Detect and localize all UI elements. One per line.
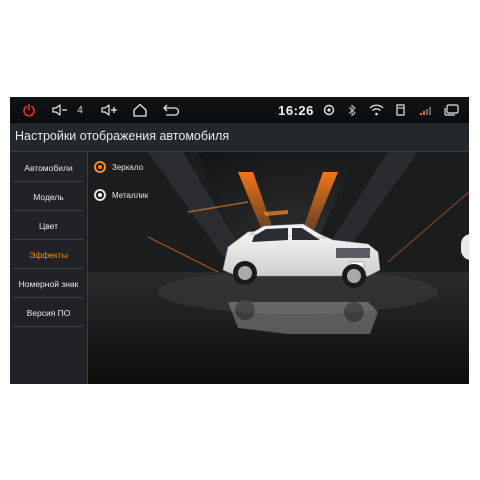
power-icon[interactable] [21, 97, 37, 123]
sidebar-item-software-version[interactable]: Версия ПО [13, 299, 84, 327]
effect-option-mirror[interactable]: Зеркало [94, 158, 143, 176]
radio-unselected-icon[interactable] [94, 189, 106, 201]
sidebar-item-effects[interactable]: Эффекты [13, 241, 84, 269]
bluetooth-icon [345, 97, 359, 123]
title-bar: Настройки отображения автомобиля [10, 123, 469, 152]
home-icon[interactable] [131, 97, 149, 123]
effect-option-label: Металлик [112, 190, 149, 200]
clock: 16:26 [278, 102, 314, 118]
side-pull-tab[interactable] [461, 234, 469, 260]
signal-icon [417, 97, 433, 123]
car-preview-scene: Зеркало Металлик [88, 152, 469, 384]
status-bar: 4 16:26 [10, 97, 469, 123]
location-icon [321, 97, 337, 123]
radio-selected-icon[interactable] [94, 161, 106, 173]
head-unit-screen: 4 16:26 Настройки отображения автомобиля… [10, 97, 469, 384]
page-title: Настройки отображения автомобиля [15, 129, 230, 143]
recent-apps-icon[interactable] [442, 97, 460, 123]
sidebar-item-color[interactable]: Цвет [13, 212, 84, 240]
sd-card-icon [393, 97, 407, 123]
volume-down-icon[interactable] [50, 97, 70, 123]
back-icon[interactable] [161, 97, 181, 123]
settings-sidebar: Автомобили Модель Цвет Эффекты Номерной … [10, 152, 88, 384]
effect-option-metallic[interactable]: Металлик [94, 186, 148, 204]
sidebar-item-license-plate[interactable]: Номерной знак [13, 270, 84, 298]
sidebar-item-model[interactable]: Модель [13, 183, 84, 211]
sidebar-item-cars[interactable]: Автомобили [13, 154, 84, 182]
volume-up-icon[interactable] [98, 97, 120, 123]
effect-option-label: Зеркало [112, 162, 144, 172]
volume-level: 4 [77, 104, 83, 116]
wifi-icon [367, 97, 385, 123]
